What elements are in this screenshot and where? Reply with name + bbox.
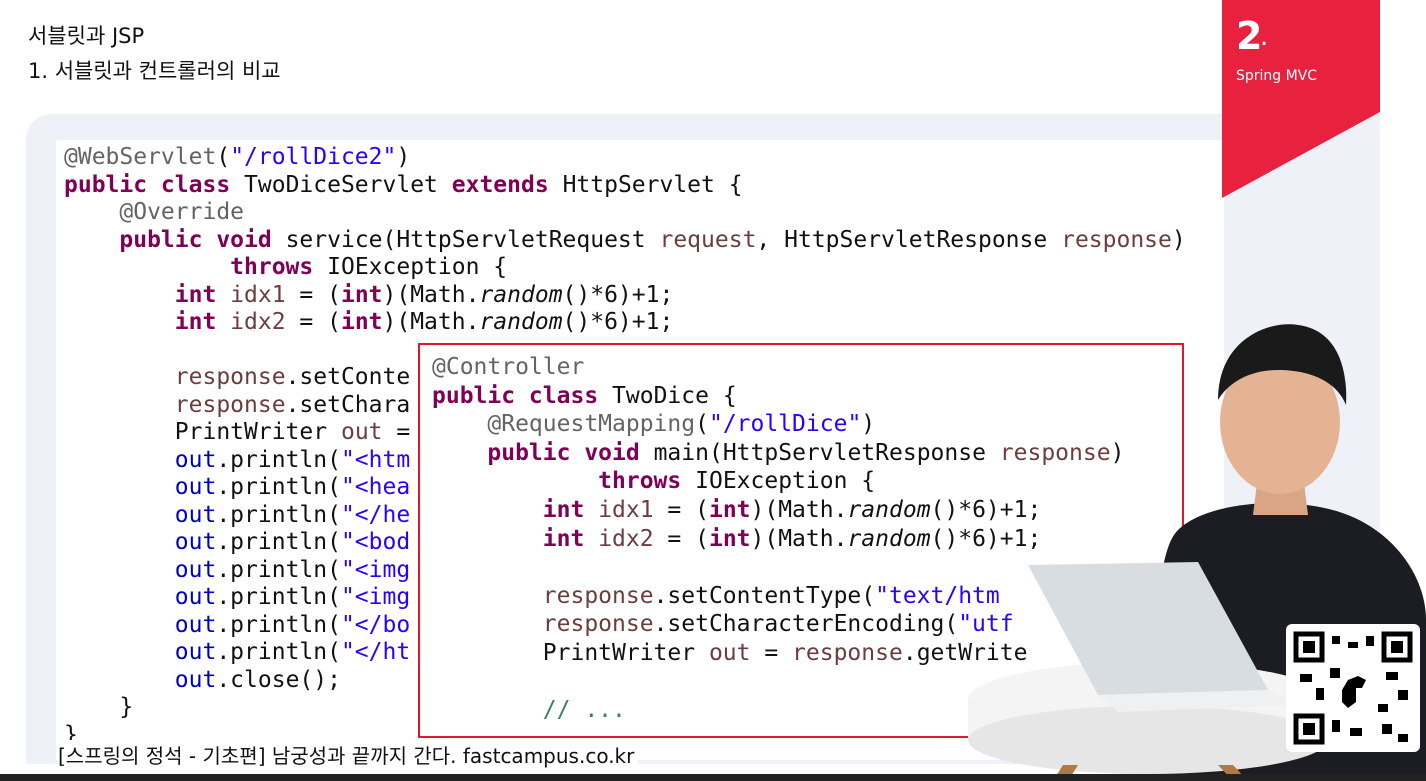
bottom-rule: [0, 774, 1426, 781]
qr-code-icon[interactable]: [1286, 624, 1420, 752]
badge-label: Spring MVC: [1236, 68, 1318, 84]
footer-caption: [스프링의 정석 - 기초편] 남궁성과 끝까지 간다. fastcampus.…: [58, 740, 639, 769]
chapter-badge: 2 . Spring MVC: [1222, 0, 1380, 198]
section-title: 1. 서블릿과 컨트롤러의 비교: [28, 59, 281, 83]
page-title: 서블릿과 JSP: [28, 24, 145, 48]
qr-pattern: [1293, 631, 1413, 745]
badge-dot: .: [1260, 22, 1269, 52]
badge-number: 2: [1236, 14, 1263, 58]
